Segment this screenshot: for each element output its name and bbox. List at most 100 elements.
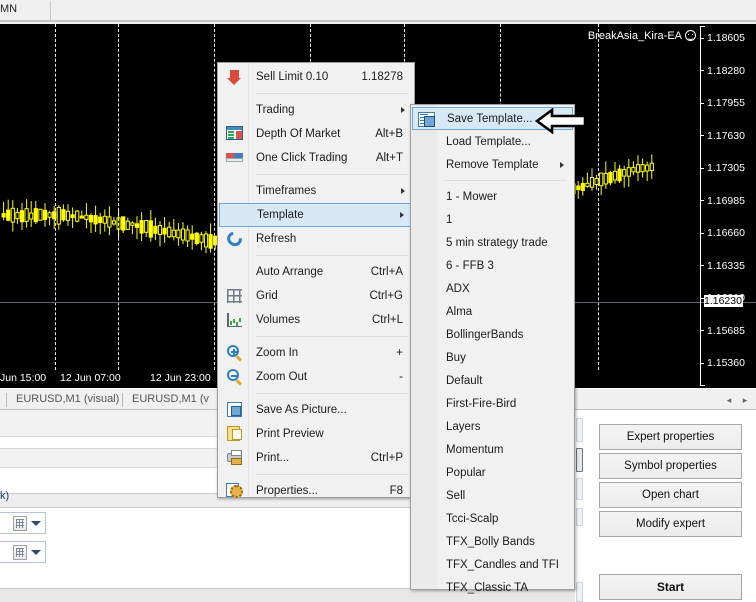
template-submenu-item-popular[interactable]: Popular [412, 461, 573, 484]
context-menu-item-zoom-in[interactable]: Zoom In+ [219, 341, 413, 365]
context-menu-item-save-as-picture[interactable]: Save As Picture... [219, 398, 413, 422]
zoom-out-icon [225, 368, 244, 386]
template-submenu-item-label: Save Template... [447, 113, 532, 125]
submenu-arrow-icon [401, 188, 405, 194]
price-tick-label: 1.17305 [700, 162, 745, 174]
template-submenu-item-remove-template[interactable]: Remove Template [412, 153, 573, 176]
chevron-down-icon[interactable] [31, 550, 41, 555]
context-menu-item-one-click-trading[interactable]: One Click TradingAlt+T [219, 146, 413, 170]
context-menu-item-shortcut: F8 [390, 485, 403, 497]
chart-tab-eurusd-visual-2[interactable]: EURUSD,M1 (v [132, 393, 209, 405]
context-menu-item-depth-of-market[interactable]: Depth Of MarketAlt+B [219, 122, 413, 146]
context-menu-item-label: Print... [256, 452, 289, 464]
context-menu-item-template[interactable]: Template [219, 203, 413, 227]
chart-gridline [118, 24, 119, 370]
toolbar-timeframe-label: MN [0, 3, 17, 15]
context-menu-item-label: Template [257, 209, 304, 221]
template-submenu-item-adx[interactable]: ADX [412, 277, 573, 300]
context-menu-item-shortcut: Ctrl+L [372, 314, 403, 326]
template-submenu[interactable]: Save Template...Load Template...Remove T… [410, 104, 575, 590]
expert-advisor-label: BreakAsia_Kira-EA [588, 28, 696, 42]
expert-properties-button[interactable]: Expert properties [599, 424, 742, 450]
template-submenu-item-label: TFX_Candles and TFI [446, 559, 559, 571]
scrollbar-thumb[interactable] [576, 418, 583, 442]
submenu-arrow-icon [401, 107, 405, 113]
template-submenu-item-label: Remove Template [446, 159, 538, 171]
template-submenu-item-5-min-strategy-trade[interactable]: 5 min strategy trade [412, 231, 573, 254]
chart-gridline [55, 24, 56, 370]
price-axis[interactable]: 1.186051.182801.179551.176301.173051.169… [700, 24, 756, 388]
chevron-down-icon[interactable] [31, 521, 41, 526]
context-menu-item-properties[interactable]: Properties...F8 [219, 479, 413, 503]
context-menu-item-grid[interactable]: GridCtrl+G [219, 284, 413, 308]
price-tick-label: 1.15685 [700, 325, 745, 337]
context-menu-separator [256, 255, 408, 256]
template-submenu-item-alma[interactable]: Alma [412, 300, 573, 323]
template-submenu-item-tfx-classic-ta[interactable]: TFX_Classic TA [412, 576, 573, 599]
template-submenu-item-label: Default [446, 375, 482, 387]
template-submenu-item-1[interactable]: 1 [412, 208, 573, 231]
template-submenu-item-buy[interactable]: Buy [412, 346, 573, 369]
date-from-combo[interactable] [0, 512, 46, 534]
template-submenu-item-bollingerbands[interactable]: BollingerBands [412, 323, 573, 346]
left-pointing-block-arrow-icon [535, 108, 587, 134]
template-submenu-item-label: Buy [446, 352, 466, 364]
context-menu-item-label: Zoom Out [256, 371, 307, 383]
context-menu-item-auto-arrange[interactable]: Auto ArrangeCtrl+A [219, 260, 413, 284]
scrollbar-thumb[interactable] [576, 478, 583, 500]
template-submenu-item-label: Sell [446, 490, 465, 502]
context-menu-item-volumes[interactable]: VolumesCtrl+L [219, 308, 413, 332]
context-menu-item-refresh[interactable]: Refresh [219, 227, 413, 251]
chevron-left-icon[interactable]: ◂ [724, 395, 734, 405]
calendar-icon [13, 545, 27, 560]
template-submenu-item-layers[interactable]: Layers [412, 415, 573, 438]
scrollbar-thumb[interactable] [576, 448, 583, 472]
context-menu-item-label: Timeframes [256, 185, 316, 197]
template-submenu-item-1-mower[interactable]: 1 - Mower [412, 185, 573, 208]
template-submenu-item-tcci-scalp[interactable]: Tcci-Scalp [412, 507, 573, 530]
modify-expert-button[interactable]: Modify expert [599, 511, 742, 537]
scrollbar-thumb[interactable] [576, 508, 583, 526]
context-menu-item-timeframes[interactable]: Timeframes [219, 179, 413, 203]
start-button[interactable]: Start [599, 574, 742, 600]
price-tick-label: 1.16985 [700, 195, 745, 207]
context-menu-item-label: Auto Arrange [256, 266, 323, 278]
context-menu-separator [256, 336, 408, 337]
template-submenu-item-default[interactable]: Default [412, 369, 573, 392]
template-submenu-item-label: First-Fire-Bird [446, 398, 516, 410]
time-tick-label: Jun 15:00 [0, 372, 46, 384]
scrollbar-thumb[interactable] [576, 582, 583, 602]
context-menu-separator [256, 93, 408, 94]
template-submenu-item-first-fire-bird[interactable]: First-Fire-Bird [412, 392, 573, 415]
smiley-face-icon [685, 30, 696, 41]
save-template-icon [417, 111, 436, 129]
chart-context-menu[interactable]: Sell Limit 0.101.18278 TradingDepth Of Ma… [217, 62, 415, 498]
context-menu-item-shortcut: 1.18278 [361, 71, 403, 83]
context-menu-item-trading[interactable]: Trading [219, 98, 413, 122]
symbol-properties-button[interactable]: Symbol properties [599, 453, 742, 479]
time-tick-label: 12 Jun 23:00 [150, 372, 211, 384]
panel-scrollbar[interactable] [575, 410, 584, 602]
current-price-label: 1.16230 [704, 295, 743, 307]
context-menu-item-sell-limit-0-10[interactable]: Sell Limit 0.101.18278 [219, 65, 413, 89]
template-submenu-item-sell[interactable]: Sell [412, 484, 573, 507]
template-submenu-item-momentum[interactable]: Momentum [412, 438, 573, 461]
template-submenu-item-tfx-bolly-bands[interactable]: TFX_Bolly Bands [412, 530, 573, 553]
context-menu-item-print[interactable]: Print...Ctrl+P [219, 446, 413, 470]
context-menu-item-label: Save As Picture... [256, 404, 347, 416]
context-menu-item-zoom-out[interactable]: Zoom Out- [219, 365, 413, 389]
context-menu-item-print-preview[interactable]: Print Preview [219, 422, 413, 446]
template-submenu-separator [444, 180, 566, 181]
template-submenu-item-label: Alma [446, 306, 472, 318]
template-submenu-item-label: Popular [446, 467, 486, 479]
chevron-right-icon[interactable]: ▸ [740, 395, 750, 405]
open-chart-button[interactable]: Open chart [599, 482, 742, 508]
date-to-combo[interactable] [0, 541, 46, 563]
price-tick-label: 1.16335 [700, 260, 745, 272]
price-tick-label: 1.15360 [700, 357, 745, 369]
template-submenu-item-6-ffb-3[interactable]: 6 - FFB 3 [412, 254, 573, 277]
zoom-in-icon [225, 344, 244, 362]
template-submenu-item-tfx-candles-and-tfi[interactable]: TFX_Candles and TFI [412, 553, 573, 576]
template-submenu-item-label: 5 min strategy trade [446, 237, 548, 249]
chart-tab-eurusd-visual-1[interactable]: EURUSD,M1 (visual) [16, 393, 119, 405]
